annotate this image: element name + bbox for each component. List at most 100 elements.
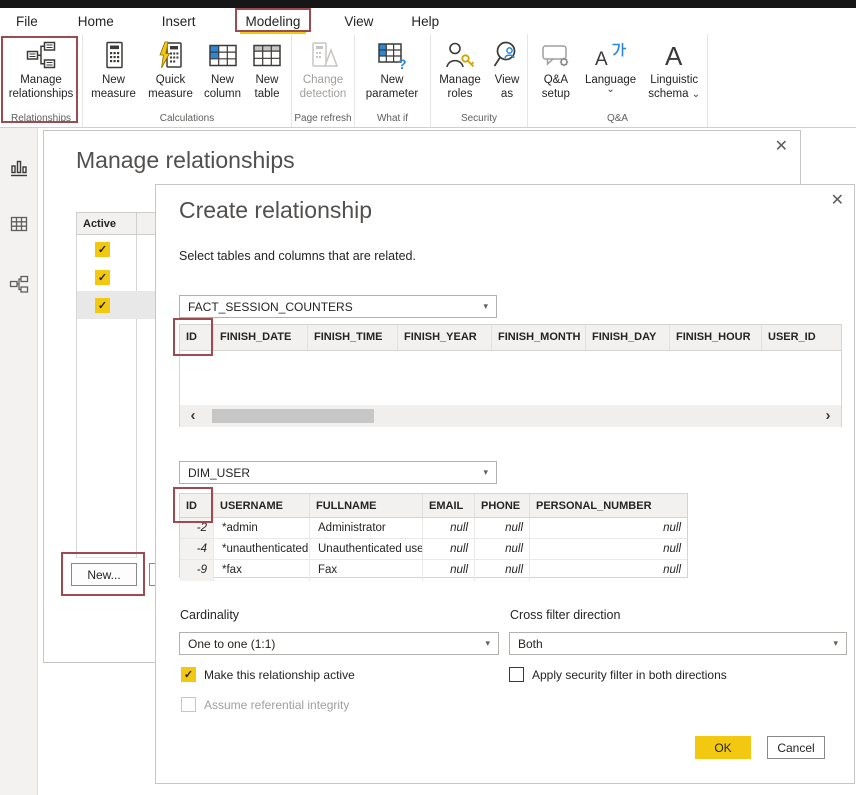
manage-roles-button[interactable]: Manage roles bbox=[433, 34, 487, 101]
table1-select[interactable]: FACT_SESSION_COUNTERS ▾ bbox=[179, 295, 497, 318]
change-detection-icon bbox=[308, 39, 338, 71]
cell-phone: null bbox=[475, 518, 530, 538]
table1-header[interactable]: FINISH_YEAR bbox=[398, 325, 492, 350]
cardinality-label: Cardinality bbox=[180, 608, 239, 622]
new-parameter-button[interactable]: ? New parameter bbox=[357, 34, 427, 101]
dropdown-arrow-icon: ▾ bbox=[485, 638, 490, 649]
cross-filter-select[interactable]: Both ▾ bbox=[509, 632, 847, 655]
linguistic-schema-button[interactable]: A Linguistic schema ⌄ bbox=[641, 34, 707, 101]
table1-horizontal-scrollbar[interactable]: ‹ › bbox=[180, 405, 841, 427]
table1-header[interactable]: FINISH_HOUR bbox=[670, 325, 762, 350]
close-icon[interactable]: ✕ bbox=[831, 193, 844, 209]
dropdown-arrow-icon: ▾ bbox=[483, 301, 488, 312]
cell-phone: null bbox=[475, 539, 530, 559]
scroll-left-icon[interactable]: ‹ bbox=[180, 405, 206, 427]
tab-modeling-label: Modeling bbox=[246, 14, 301, 29]
cancel-button[interactable]: Cancel bbox=[767, 736, 825, 759]
manage-relationships-button[interactable]: Manage relationships bbox=[1, 34, 81, 101]
table2-header[interactable]: FULLNAME bbox=[310, 494, 423, 517]
view-as-label: View as bbox=[487, 73, 527, 101]
view-as-button[interactable]: View as bbox=[487, 34, 527, 101]
table1-header[interactable]: USER_ID bbox=[762, 325, 841, 350]
table2-header-row: ID USERNAME FULLNAME EMAIL PHONE PERSONA… bbox=[180, 494, 687, 518]
active-checkbox[interactable]: ✓ bbox=[95, 242, 110, 257]
table2-preview: ID USERNAME FULLNAME EMAIL PHONE PERSONA… bbox=[179, 493, 688, 578]
new-column-button[interactable]: New column bbox=[199, 34, 246, 101]
unchecked-checkbox[interactable] bbox=[509, 667, 524, 682]
relationship-row[interactable]: ✓ bbox=[77, 235, 157, 263]
tab-modeling[interactable]: Modeling bbox=[238, 12, 309, 31]
new-parameter-label: New parameter bbox=[357, 73, 427, 101]
new-column-icon bbox=[208, 39, 238, 71]
active-checkbox[interactable]: ✓ bbox=[95, 270, 110, 285]
cell-fullname: Fax bbox=[310, 560, 423, 581]
data-view-icon[interactable] bbox=[9, 214, 29, 234]
cell-email: null bbox=[423, 539, 475, 559]
close-icon[interactable]: ✕ bbox=[775, 139, 788, 155]
group-label-security: Security bbox=[431, 113, 527, 124]
table2-header[interactable]: EMAIL bbox=[423, 494, 475, 517]
relationship-row-selected[interactable]: ✓ bbox=[77, 291, 157, 319]
make-relationship-active-checkbox-row[interactable]: ✓ Make this relationship active bbox=[181, 667, 355, 682]
apply-security-filter-checkbox-row[interactable]: Apply security filter in both directions bbox=[509, 667, 727, 682]
table2-header[interactable]: PHONE bbox=[475, 494, 530, 517]
new-column-label: New column bbox=[199, 73, 246, 101]
cross-filter-label: Cross filter direction bbox=[510, 608, 620, 622]
change-detection-button[interactable]: Change detection bbox=[294, 34, 352, 101]
table2-header[interactable]: USERNAME bbox=[214, 494, 310, 517]
check-icon: ✓ bbox=[184, 668, 193, 681]
check-icon: ✓ bbox=[98, 243, 107, 256]
table2-header[interactable]: PERSONAL_NUMBER bbox=[530, 494, 687, 517]
manage-roles-label: Manage roles bbox=[433, 73, 487, 101]
new-relationship-button[interactable]: New... bbox=[71, 563, 137, 586]
cardinality-select[interactable]: One to one (1:1) ▾ bbox=[179, 632, 499, 655]
cell-phone: null bbox=[475, 560, 530, 581]
ribbon-group-what-if: ? New parameter What if bbox=[355, 34, 431, 127]
speech-bubble-gear-icon bbox=[541, 39, 571, 71]
scroll-right-icon[interactable]: › bbox=[815, 405, 841, 427]
active-checkbox[interactable]: ✓ bbox=[95, 298, 110, 313]
assume-referential-integrity-checkbox-row[interactable]: Assume referential integrity bbox=[181, 697, 349, 712]
quick-measure-button[interactable]: Quick measure bbox=[142, 34, 199, 101]
svg-text:?: ? bbox=[398, 56, 407, 70]
tab-file[interactable]: File bbox=[16, 14, 38, 29]
report-view-icon[interactable] bbox=[9, 158, 29, 178]
cell-username: *admin bbox=[214, 518, 310, 538]
disabled-checkbox[interactable] bbox=[181, 697, 196, 712]
cell-personal-number: null bbox=[530, 560, 687, 581]
scrollbar-thumb[interactable] bbox=[212, 409, 374, 423]
create-relationship-dialog: ✕ Create relationship Select tables and … bbox=[155, 184, 855, 784]
new-measure-button[interactable]: New measure bbox=[85, 34, 142, 101]
table1-header[interactable]: FINISH_DAY bbox=[586, 325, 670, 350]
manage-relationships-label: Manage relationships bbox=[1, 73, 81, 101]
table1-header[interactable]: FINISH_DATE bbox=[214, 325, 308, 350]
tab-home[interactable]: Home bbox=[78, 14, 114, 29]
ok-button[interactable]: OK bbox=[695, 736, 751, 759]
table1-header-id[interactable]: ID bbox=[180, 325, 214, 350]
tab-insert[interactable]: Insert bbox=[162, 14, 196, 29]
qa-setup-button[interactable]: Q&A setup bbox=[532, 34, 580, 101]
table2-header-id[interactable]: ID bbox=[180, 494, 214, 517]
cell-email: null bbox=[423, 560, 475, 581]
tab-help[interactable]: Help bbox=[411, 14, 439, 29]
ribbon-group-calculations: New measure Quick measure N bbox=[83, 34, 292, 127]
new-table-button[interactable]: New table bbox=[246, 34, 288, 101]
language-button[interactable]: A Language ⌄ bbox=[580, 34, 642, 93]
manage-dialog-title: Manage relationships bbox=[76, 147, 295, 174]
table1-header[interactable]: FINISH_MONTH bbox=[492, 325, 586, 350]
cardinality-value: One to one (1:1) bbox=[188, 637, 275, 651]
relationship-row[interactable]: ✓ bbox=[77, 263, 157, 291]
table2-select[interactable]: DIM_USER ▾ bbox=[179, 461, 497, 484]
group-label-page-refresh: Page refresh bbox=[292, 113, 354, 124]
group-label-qa: Q&A bbox=[528, 113, 707, 124]
cell-fullname: Administrator bbox=[310, 518, 423, 538]
new-table-icon bbox=[252, 39, 282, 71]
checked-checkbox[interactable]: ✓ bbox=[181, 667, 196, 682]
table1-header[interactable]: FINISH_TIME bbox=[308, 325, 398, 350]
create-dialog-title: Create relationship bbox=[179, 197, 372, 224]
model-view-icon[interactable] bbox=[9, 274, 29, 294]
ribbon-tab-strip: File Home Insert Modeling View Help bbox=[0, 8, 856, 34]
group-label-relationships: Relationships bbox=[0, 113, 82, 124]
cross-filter-value: Both bbox=[518, 637, 543, 651]
tab-view[interactable]: View bbox=[344, 14, 373, 29]
